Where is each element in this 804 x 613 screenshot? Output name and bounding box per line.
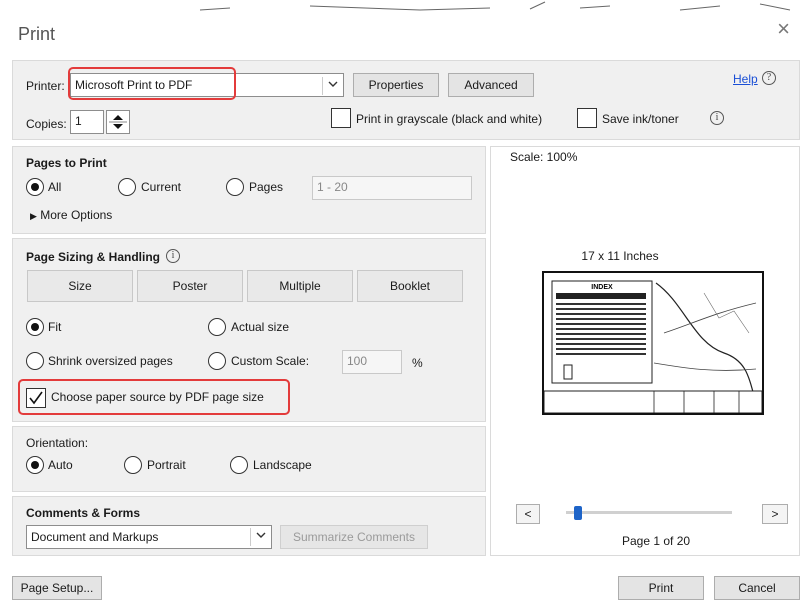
printer-panel [12, 60, 800, 140]
all-pages-label: All [48, 180, 62, 194]
actual-size-label: Actual size [231, 320, 290, 334]
advanced-button[interactable]: Advanced [448, 73, 534, 97]
print-button[interactable]: Print [618, 576, 704, 600]
all-pages-radio[interactable] [26, 178, 44, 196]
percent-label: % [412, 356, 423, 370]
orientation-landscape-radio[interactable] [230, 456, 248, 474]
fit-radio[interactable] [26, 318, 44, 336]
page-counter-label: Page 1 of 20 [622, 534, 691, 548]
tab-multiple[interactable]: Multiple [247, 270, 353, 302]
pages-range-label: Pages [249, 180, 284, 194]
page-slider-thumb[interactable] [574, 506, 582, 520]
choose-paper-checkbox[interactable] [26, 388, 46, 408]
orientation-header: Orientation: [26, 436, 89, 450]
fit-label: Fit [48, 320, 62, 334]
shrink-oversized-label: Shrink oversized pages [48, 354, 173, 368]
triangle-right-icon: ▶ [30, 211, 37, 221]
background-page-strip [199, 1, 791, 11]
properties-button[interactable]: Properties [353, 73, 439, 97]
pages-to-print-header: Pages to Print [26, 156, 107, 170]
orientation-portrait-label: Portrait [147, 458, 186, 472]
summarize-comments-button[interactable]: Summarize Comments [280, 525, 428, 549]
pages-range-value: 1 - 20 [317, 180, 348, 194]
printer-select[interactable]: Microsoft Print to PDF [70, 73, 344, 97]
dialog-title: Print [18, 24, 56, 44]
custom-scale-input[interactable]: 100 [342, 350, 402, 374]
comments-select[interactable]: Document and Markups [26, 525, 272, 549]
tab-poster[interactable]: Poster [137, 270, 243, 302]
choose-paper-label: Choose paper source by PDF page size [51, 390, 264, 404]
current-page-label: Current [141, 180, 182, 194]
close-icon[interactable]: × [777, 18, 790, 40]
page-slider-track [566, 511, 732, 514]
next-page-button[interactable]: > [762, 504, 788, 524]
tab-size[interactable]: Size [27, 270, 133, 302]
stepper-arrows-icon [109, 115, 127, 129]
chevron-down-icon[interactable] [322, 77, 342, 95]
more-options-toggle[interactable]: ▶ More Options [30, 208, 112, 222]
pages-range-radio[interactable] [226, 178, 244, 196]
orientation-auto-radio[interactable] [26, 456, 44, 474]
more-options-label: More Options [40, 208, 113, 222]
actual-size-radio[interactable] [208, 318, 226, 336]
grayscale-label: Print in grayscale (black and white) [356, 112, 543, 126]
pages-range-input[interactable]: 1 - 20 [312, 176, 472, 200]
copies-value: 1 [75, 114, 82, 128]
copies-input[interactable]: 1 [70, 110, 104, 134]
tab-booklet[interactable]: Booklet [357, 270, 463, 302]
comments-header: Comments & Forms [26, 506, 141, 520]
checkmark-icon [29, 391, 43, 405]
previous-page-button[interactable]: < [516, 504, 540, 524]
shrink-oversized-radio[interactable] [26, 352, 44, 370]
comments-value: Document and Markups [31, 530, 159, 544]
help-icon[interactable]: ? [762, 71, 776, 85]
printer-value: Microsoft Print to PDF [75, 78, 193, 92]
map-drawing-icon: INDEX [543, 280, 763, 414]
preview-paper-size-label: 17 x 11 Inches [581, 249, 659, 263]
help-link[interactable]: Help [733, 72, 758, 86]
page-slider[interactable] [566, 506, 732, 520]
thumbnail-index-title: INDEX [591, 284, 613, 291]
printer-label: Printer: [26, 79, 65, 93]
save-ink-label: Save ink/toner [602, 112, 679, 126]
page-sizing-header: Page Sizing & Handling [26, 250, 161, 264]
save-ink-checkbox[interactable] [577, 108, 597, 128]
page-setup-button[interactable]: Page Setup... [12, 576, 102, 600]
orientation-auto-label: Auto [48, 458, 73, 472]
custom-scale-radio[interactable] [208, 352, 226, 370]
preview-scale-label: Scale: 100% [510, 150, 578, 164]
copies-stepper[interactable] [106, 110, 130, 134]
orientation-landscape-label: Landscape [253, 458, 312, 472]
grayscale-checkbox[interactable] [331, 108, 351, 128]
page-sizing-info-icon[interactable]: i [166, 249, 180, 263]
page-preview-thumbnail: INDEX [542, 271, 764, 415]
save-ink-info-icon[interactable]: i [710, 111, 724, 125]
custom-scale-label: Custom Scale: [231, 354, 310, 368]
comments-chevron-down-icon[interactable] [250, 528, 270, 546]
custom-scale-value: 100 [347, 354, 368, 368]
orientation-portrait-radio[interactable] [124, 456, 142, 474]
cancel-button[interactable]: Cancel [714, 576, 800, 600]
current-page-radio[interactable] [118, 178, 136, 196]
copies-label: Copies: [26, 117, 67, 131]
